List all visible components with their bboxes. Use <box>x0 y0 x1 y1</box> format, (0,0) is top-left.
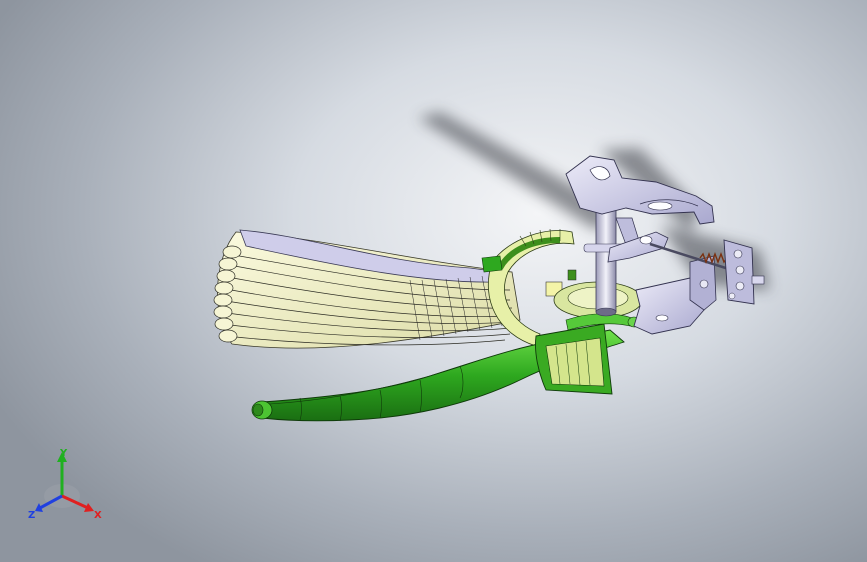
y-axis-label: Y <box>59 448 68 459</box>
ratchet-sector[interactable] <box>487 228 577 347</box>
rack-fan-assembly[interactable] <box>213 229 521 349</box>
axis-triad: Y X Z <box>28 448 102 521</box>
cad-viewport[interactable] <box>0 0 867 562</box>
z-axis-label: Z <box>28 510 35 521</box>
x-axis-label: X <box>94 510 102 521</box>
